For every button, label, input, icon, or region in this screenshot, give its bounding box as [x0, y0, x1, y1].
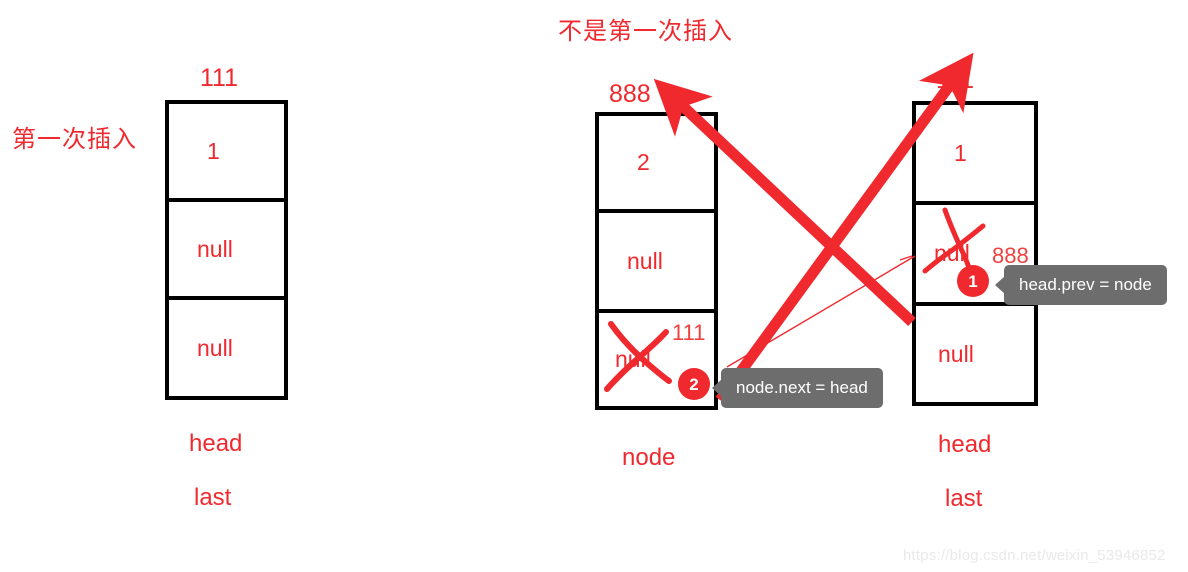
leader-line-head-prev [899, 255, 913, 261]
head-cell-data-new-value: 888 [992, 243, 1029, 268]
head-cell-data-value: null [934, 240, 970, 266]
first-insert-cell-data: null [169, 202, 284, 300]
head-cell-prev: 1 [916, 105, 1034, 205]
node-cell-next-value: null [615, 346, 651, 372]
node-cell-next-new-value: 111 [672, 320, 706, 345]
node-cell-prev-value: 2 [637, 149, 650, 175]
diagram-canvas: 不是第一次插入 第一次插入 111 1 null null head last … [0, 0, 1188, 572]
node-cell-data: null [599, 213, 714, 313]
first-insert-pointer-head: head [189, 430, 243, 457]
first-insert-caption: 第一次插入 [12, 126, 137, 153]
head-cell-prev-value: 1 [954, 139, 967, 166]
node-box: 2 null null 111 [595, 112, 718, 410]
first-insert-cell-data-value: null [197, 235, 233, 262]
first-insert-node-box: 1 null null [165, 100, 288, 400]
head-box: 1 null 888 null [912, 101, 1038, 406]
first-insert-pointer-last: last [194, 484, 232, 511]
node-address-label: 888 [609, 80, 651, 108]
head-pointer-last: last [945, 485, 983, 512]
head-cell-next-value: null [938, 340, 974, 367]
head-address-label: 111 [936, 66, 975, 94]
tooltip-tail-icon [712, 379, 722, 397]
head-cell-next: null [916, 306, 1034, 402]
watermark: https://blog.csdn.net/weixin_53946852 [903, 547, 1166, 564]
first-insert-cell-prev: 1 [169, 104, 284, 202]
leader-line-node-next [726, 255, 916, 368]
first-insert-cell-prev-value: 1 [207, 137, 220, 164]
annotation-node-next: node.next = head [712, 368, 883, 408]
diagram-title: 不是第一次插入 [558, 18, 733, 45]
head-pointer-head: head [938, 431, 992, 458]
annotation-head-prev: head.prev = node [995, 265, 1167, 305]
node-cell-prev: 2 [599, 116, 714, 213]
first-insert-address-label: 111 [200, 64, 239, 92]
node-cell-data-value: null [627, 247, 663, 274]
annotation-node-next-text: node.next = head [736, 378, 868, 397]
step-badge-1: 1 [957, 265, 989, 297]
annotation-head-prev-text: head.prev = node [1019, 275, 1152, 294]
first-insert-cell-next: null [169, 300, 284, 396]
node-pointer-label: node [622, 444, 676, 471]
tooltip-tail-icon [995, 276, 1005, 294]
step-badge-2: 2 [678, 368, 710, 400]
first-insert-cell-next-value: null [197, 334, 233, 361]
